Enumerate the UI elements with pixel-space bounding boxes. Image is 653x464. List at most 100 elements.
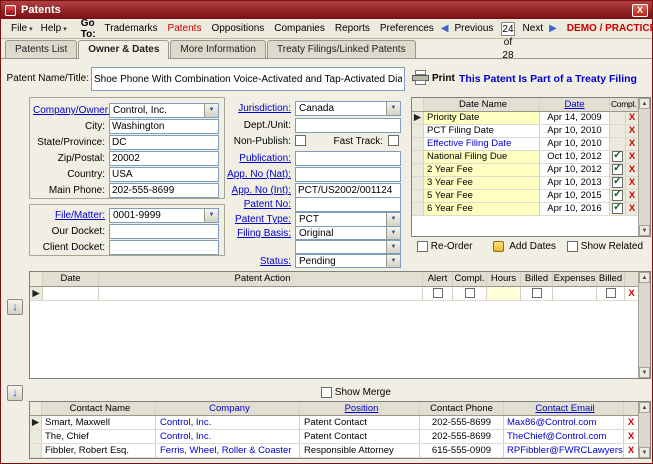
contacts-col-name[interactable]: Contact Name (42, 402, 156, 415)
contacts-scrollbar[interactable]: ▲ ▼ (638, 402, 650, 458)
chevron-down-icon[interactable]: ▼ (386, 213, 400, 226)
contacts-col-email[interactable]: Contact Email (504, 402, 624, 415)
contact-email[interactable]: Max86@Control.com (504, 416, 624, 429)
contact-company[interactable]: Control, Inc. (156, 430, 300, 443)
file-matter-combo[interactable]: 0001-9999▼ (109, 208, 219, 223)
status-label[interactable]: Status: (211, 256, 291, 267)
delete-contact-button[interactable]: X (624, 444, 638, 457)
patent-no-input[interactable] (295, 197, 401, 212)
client-docket-input[interactable] (109, 240, 219, 255)
app-no-int-label[interactable]: App. No (Int): (211, 185, 291, 196)
action-billed-cell[interactable] (521, 287, 553, 300)
date-compl-checkbox[interactable] (612, 190, 623, 201)
actions-col-action[interactable]: Patent Action (99, 272, 423, 286)
chevron-down-icon[interactable]: ▼ (386, 227, 400, 239)
contact-email[interactable]: RPFibbler@FWRCLawyers.com (504, 444, 624, 457)
zip-input[interactable] (109, 151, 219, 166)
delete-date-button[interactable]: X (626, 151, 638, 163)
date-compl-cell[interactable] (610, 177, 626, 189)
tab-more-information[interactable]: More Information (170, 40, 266, 59)
menu-help[interactable]: Help▾ (37, 21, 71, 36)
menu-preferences[interactable]: Preferences (375, 21, 439, 36)
action-alert-cell[interactable] (423, 287, 453, 300)
patent-type-label[interactable]: Patent Type: (211, 214, 291, 225)
delete-contact-button[interactable]: X (624, 416, 638, 429)
chevron-down-icon[interactable]: ▼ (386, 255, 400, 267)
contact-company[interactable]: Ferris, Wheel, Roller & Coaster (156, 444, 300, 457)
show-merge-checkbox[interactable] (321, 387, 332, 398)
date-compl-cell[interactable] (610, 138, 626, 150)
publication-input[interactable] (295, 151, 401, 166)
city-input[interactable] (109, 119, 219, 134)
actions-col-date[interactable]: Date (43, 272, 99, 286)
dates-col-name[interactable]: Date Name (424, 98, 540, 111)
reorder-checkbox[interactable] (417, 241, 428, 252)
date-compl-cell[interactable] (610, 151, 626, 163)
dept-unit-input[interactable] (295, 118, 401, 133)
show-related-checkbox[interactable] (567, 241, 578, 252)
chevron-down-icon[interactable]: ▼ (386, 241, 400, 253)
contact-row[interactable]: The, ChiefControl, Inc.Patent Contact202… (30, 430, 650, 444)
date-compl-cell[interactable] (610, 190, 626, 202)
expand-actions-button[interactable]: ↓ (7, 299, 23, 315)
add-dates-button[interactable]: Add Dates (493, 241, 556, 252)
company-owner-label[interactable]: Company/Owner: (33, 105, 105, 116)
status-combo[interactable]: Pending▼ (295, 254, 401, 268)
action-compl-cell[interactable] (453, 287, 487, 300)
jurisdiction-label[interactable]: Jurisdiction: (211, 103, 291, 114)
date-compl-checkbox[interactable] (612, 151, 623, 162)
date-compl-cell[interactable] (610, 203, 626, 215)
tab-owner-dates[interactable]: Owner & Dates (78, 40, 169, 59)
scroll-down-button[interactable]: ▼ (639, 225, 650, 236)
scroll-up-button[interactable]: ▲ (639, 402, 650, 413)
billed-checkbox[interactable] (532, 288, 542, 298)
menu-trademarks[interactable]: Trademarks (100, 21, 163, 36)
delete-date-button[interactable]: X (626, 190, 638, 202)
our-docket-input[interactable] (109, 224, 219, 239)
date-row[interactable]: 6 Year FeeApr 10, 2016X (412, 203, 650, 216)
menu-patents[interactable]: Patents (163, 21, 207, 36)
print-icon[interactable] (412, 70, 429, 85)
date-compl-cell[interactable] (610, 164, 626, 176)
tab-treaty-filings[interactable]: Treaty Filings/Linked Patents (267, 40, 416, 59)
menu-oppositions[interactable]: Oppositions (206, 21, 269, 36)
delete-date-button[interactable]: X (626, 203, 638, 215)
action-expenses-cell[interactable] (553, 287, 597, 300)
scroll-up-button[interactable]: ▲ (639, 98, 650, 109)
main-phone-input[interactable] (109, 183, 219, 198)
date-row[interactable]: 2 Year FeeApr 10, 2012X (412, 164, 650, 177)
date-row[interactable]: 5 Year FeeApr 10, 2015X (412, 190, 650, 203)
chevron-down-icon[interactable]: ▼ (386, 102, 400, 115)
patent-no-label[interactable]: Patent No: (211, 199, 291, 210)
billed2-checkbox[interactable] (606, 288, 616, 298)
file-matter-label[interactable]: File/Matter: (33, 210, 105, 221)
contact-company[interactable]: Control, Inc. (156, 416, 300, 429)
filing-basis-secondary-combo[interactable]: ▼ (295, 240, 401, 254)
date-compl-cell[interactable] (610, 112, 626, 124)
delete-action-button[interactable]: X (625, 287, 638, 300)
state-input[interactable] (109, 135, 219, 150)
date-row[interactable]: ▶Priority DateApr 14, 2009X (412, 112, 650, 125)
filing-basis-label[interactable]: Filing Basis: (211, 228, 291, 239)
contact-email[interactable]: TheChief@Control.com (504, 430, 624, 443)
contacts-col-position[interactable]: Position (300, 402, 420, 415)
fast-track-checkbox[interactable] (388, 135, 399, 146)
previous-button[interactable]: Previous (451, 21, 498, 36)
patent-title-input[interactable] (91, 67, 405, 91)
date-compl-checkbox[interactable] (612, 164, 623, 175)
scroll-down-button[interactable]: ▼ (639, 367, 650, 378)
contacts-col-company[interactable]: Company (156, 402, 300, 415)
date-row[interactable]: National Filing DueOct 10, 2012X (412, 151, 650, 164)
date-row[interactable]: Effective Filing DateApr 10, 2010X (412, 138, 650, 151)
contact-row[interactable]: Fibbler, Robert Esq.Ferris, Wheel, Rolle… (30, 444, 650, 458)
action-date-cell[interactable] (43, 287, 99, 300)
compl-checkbox[interactable] (465, 288, 475, 298)
app-no-nat-input[interactable] (295, 167, 401, 182)
delete-contact-button[interactable]: X (624, 430, 638, 443)
company-owner-combo[interactable]: Control, Inc.▼ (109, 103, 219, 118)
jurisdiction-combo[interactable]: Canada▼ (295, 101, 401, 116)
scroll-down-button[interactable]: ▼ (639, 447, 650, 458)
action-hours-cell[interactable] (487, 287, 521, 300)
tab-patents-list[interactable]: Patents List (5, 40, 77, 59)
date-row[interactable]: 3 Year FeeApr 10, 2013X (412, 177, 650, 190)
